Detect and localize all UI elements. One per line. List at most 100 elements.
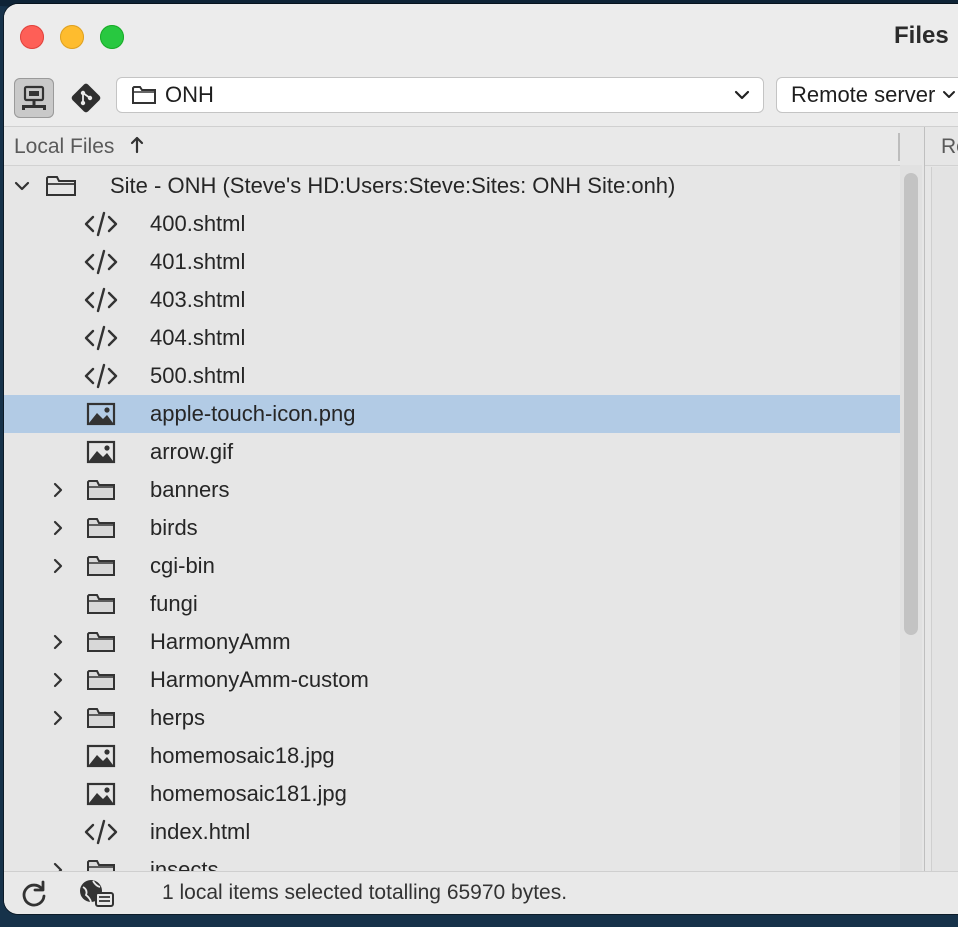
image-file-icon [86,440,116,464]
tree-row-icon [84,438,118,466]
disclosure-toggle[interactable] [50,634,66,650]
title-bar: Files [4,4,958,68]
sort-ascending-icon [130,136,144,154]
local-files-pane: Local Files Site - ONH (Steve's HD:Users… [4,127,924,871]
site-root-folder-icon [46,176,76,196]
tree-row-label: HarmonyAmm-custom [150,667,369,692]
tree-row[interactable]: index.html [4,813,900,851]
git-button[interactable] [66,78,106,118]
remote-header-label: Re [941,135,958,158]
local-files-header[interactable]: Local Files [4,127,900,166]
code-file-icon [84,819,118,845]
tree-row-icon [84,704,118,732]
tree-row-label: 500.shtml [150,363,246,388]
tree-row-label: arrow.gif [150,439,234,464]
globe-log-icon[interactable] [78,878,116,910]
close-button[interactable] [20,25,44,49]
tree-row[interactable]: birds [4,509,900,547]
toolbar: ONH Remote server [4,68,958,126]
tree-row[interactable]: apple-touch-icon.png [4,395,900,433]
chevron-down-icon [734,90,750,100]
tree-row-icon [84,286,118,314]
folder-icon [87,670,115,690]
image-file-icon [86,402,116,426]
site-select-value: ONH [165,82,214,107]
tree-row[interactable]: 400.shtml [4,205,900,243]
tree-row-icon [84,818,118,846]
tree-row-label: Site - ONH (Steve's HD:Users:Steve:Sites… [110,173,676,198]
folder-icon [87,594,115,614]
scrollbar-thumb[interactable] [904,173,918,635]
window-title: Files [894,22,949,49]
tree-row-label: fungi [150,591,198,616]
code-file-icon [84,211,118,237]
tree-row-label: banners [150,477,230,502]
chevron-right-icon [53,672,63,688]
connect-button[interactable] [14,78,54,118]
tree-row[interactable]: HarmonyAmm [4,623,900,661]
tree-row-icon [84,248,118,276]
vertical-scrollbar[interactable] [900,165,922,871]
image-file-icon [86,744,116,768]
refresh-icon[interactable] [20,880,48,908]
tree-row[interactable]: HarmonyAmm-custom [4,661,900,699]
tree-row[interactable]: banners [4,471,900,509]
tree-row[interactable]: 401.shtml [4,243,900,281]
tree-row[interactable]: insects [4,851,900,871]
tree-row-label: cgi-bin [150,553,215,578]
tree-row-label: 401.shtml [150,249,246,274]
tree-row-icon [84,400,118,428]
disclosure-toggle[interactable] [50,862,66,871]
status-bar: 1 local items selected totalling 65970 b… [4,871,958,914]
disclosure-toggle[interactable] [50,558,66,574]
tree-row-icon [84,742,118,770]
code-file-icon [84,249,118,275]
tree-row[interactable]: fungi [4,585,900,623]
tree-row-icon [84,210,118,238]
tree-row[interactable]: arrow.gif [4,433,900,471]
server-select[interactable]: Remote server [776,77,958,113]
chevron-down-icon [14,181,30,191]
remote-header[interactable]: Re [925,127,958,166]
tree-row-icon [44,172,78,200]
folder-icon [87,480,115,500]
tree-row[interactable]: homemosaic181.jpg [4,775,900,813]
column-separator[interactable] [898,133,900,161]
files-window: Files ONH Remote server Local Files Site… [4,4,958,914]
remote-pane: Re [924,127,958,871]
tree-row-label: insects [150,857,219,871]
minimize-button[interactable] [60,25,84,49]
tree-row-icon [84,780,118,808]
tree-row[interactable]: 404.shtml [4,319,900,357]
tree-row-icon [84,856,118,871]
tree-row-icon [84,324,118,352]
tree-row-label: 403.shtml [150,287,246,312]
code-file-icon [84,363,118,389]
file-tree: Site - ONH (Steve's HD:Users:Steve:Sites… [4,167,900,871]
code-file-icon [84,287,118,313]
folder-icon [87,860,115,871]
tree-row[interactable]: cgi-bin [4,547,900,585]
tree-root-row[interactable]: Site - ONH (Steve's HD:Users:Steve:Sites… [4,167,900,205]
tree-row-icon [84,362,118,390]
local-files-header-label: Local Files [14,135,115,158]
disclosure-toggle[interactable] [50,710,66,726]
disclosure-toggle[interactable] [14,178,30,194]
tree-row-icon [84,514,118,542]
disclosure-toggle[interactable] [50,482,66,498]
zoom-button[interactable] [100,25,124,49]
disclosure-toggle[interactable] [50,672,66,688]
tree-row-label: 404.shtml [150,325,246,350]
folder-icon [87,708,115,728]
folder-icon [132,86,156,104]
site-select[interactable]: ONH [116,77,764,113]
tree-row[interactable]: 500.shtml [4,357,900,395]
chevron-down-icon [943,91,956,98]
tree-row[interactable]: homemosaic18.jpg [4,737,900,775]
tree-row[interactable]: 403.shtml [4,281,900,319]
disclosure-toggle[interactable] [50,520,66,536]
chevron-right-icon [53,634,63,650]
tree-row-label: 400.shtml [150,211,246,236]
tree-row[interactable]: herps [4,699,900,737]
tree-row-label: HarmonyAmm [150,629,291,654]
